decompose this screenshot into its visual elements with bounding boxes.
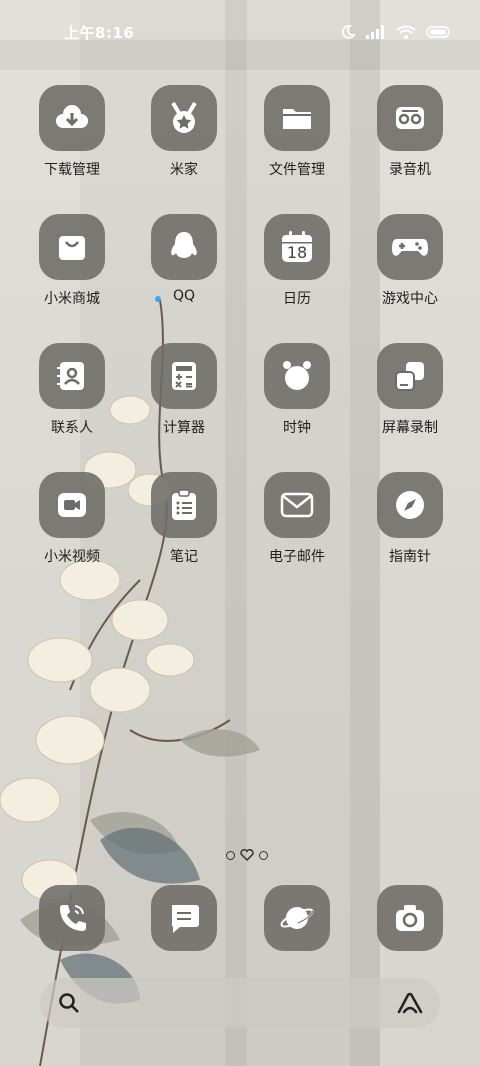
- app-label: 笔记: [170, 549, 198, 565]
- app-label: 电子邮件: [269, 549, 325, 565]
- app-label: QQ: [172, 288, 196, 304]
- app-mijia[interactable]: 米家: [128, 85, 240, 179]
- app-label: 游戏中心: [382, 291, 438, 307]
- app-label: 小米商城: [44, 291, 100, 307]
- app-download-manager[interactable]: 下载管理: [16, 85, 128, 179]
- recorder-icon: [396, 107, 424, 129]
- search-bar[interactable]: [40, 978, 440, 1028]
- status-time: 上午8:16: [64, 24, 135, 42]
- app-label: 联系人: [51, 420, 93, 436]
- browser-planet-icon: [280, 907, 314, 929]
- app-label: 屏幕录制: [382, 420, 438, 436]
- alarm-clock-icon: [283, 361, 311, 390]
- page-dot[interactable]: [226, 850, 235, 860]
- battery-icon: [426, 26, 450, 38]
- app-email[interactable]: 电子邮件: [241, 472, 353, 566]
- download-cloud-icon: [56, 105, 88, 128]
- dock-camera-button[interactable]: [377, 885, 443, 951]
- app-label: 下载管理: [44, 162, 100, 178]
- medal-icon: [171, 101, 197, 133]
- app-mi-store[interactable]: 小米商城: [16, 214, 128, 308]
- mail-icon: [280, 492, 314, 518]
- wifi-icon: [396, 25, 416, 39]
- app-compass[interactable]: 指南针: [354, 472, 466, 566]
- app-label: 指南针: [389, 549, 431, 565]
- calendar-icon: 18: [280, 230, 314, 264]
- screen-record-icon: [395, 362, 424, 391]
- app-notes[interactable]: 笔记: [128, 472, 240, 566]
- app-label: 米家: [170, 162, 198, 178]
- video-icon: [58, 493, 86, 517]
- page-indicator[interactable]: [226, 849, 268, 861]
- app-label: 日历: [283, 291, 311, 307]
- page-dot[interactable]: [259, 850, 268, 860]
- status-bar: 上午8:16: [0, 0, 480, 64]
- moon-icon: [341, 25, 356, 39]
- contacts-icon: [57, 362, 84, 390]
- dock-browser-button[interactable]: [264, 885, 330, 951]
- app-calculator[interactable]: 计算器: [128, 343, 240, 437]
- gamepad-icon: [392, 239, 428, 256]
- app-recorder[interactable]: 录音机: [354, 85, 466, 179]
- search-icon: [59, 993, 79, 1013]
- app-clock[interactable]: 时钟: [241, 343, 353, 437]
- signal-icon: [366, 25, 384, 39]
- message-icon: [171, 905, 199, 933]
- app-file-manager[interactable]: 文件管理: [241, 85, 353, 179]
- app-label: 录音机: [389, 162, 431, 178]
- app-mi-video[interactable]: 小米视频: [16, 472, 128, 566]
- app-game-center[interactable]: 游戏中心: [354, 214, 466, 308]
- phone-icon: [60, 905, 86, 931]
- heart-page-icon[interactable]: [240, 849, 254, 861]
- dock-messages-button[interactable]: [151, 885, 217, 951]
- compass-icon: [396, 491, 424, 519]
- notes-icon: [172, 489, 196, 520]
- shopping-bag-icon: [59, 236, 85, 260]
- app-label: 计算器: [163, 420, 205, 436]
- app-contacts[interactable]: 联系人: [16, 343, 128, 437]
- app-label: 文件管理: [269, 162, 325, 178]
- app-label: 小米视频: [44, 549, 100, 565]
- assistant-icon[interactable]: [396, 990, 424, 1016]
- app-qq[interactable]: QQ: [128, 214, 240, 304]
- app-label: 时钟: [283, 420, 311, 436]
- camera-icon: [396, 905, 424, 931]
- calculator-icon: [172, 362, 196, 390]
- penguin-icon: [171, 232, 197, 258]
- calendar-day: 18: [286, 243, 308, 262]
- app-screen-recorder[interactable]: 屏幕录制: [354, 343, 466, 437]
- app-calendar[interactable]: 18 日历: [241, 214, 353, 308]
- dock-phone-button[interactable]: [39, 885, 105, 951]
- folder-icon: [283, 109, 311, 129]
